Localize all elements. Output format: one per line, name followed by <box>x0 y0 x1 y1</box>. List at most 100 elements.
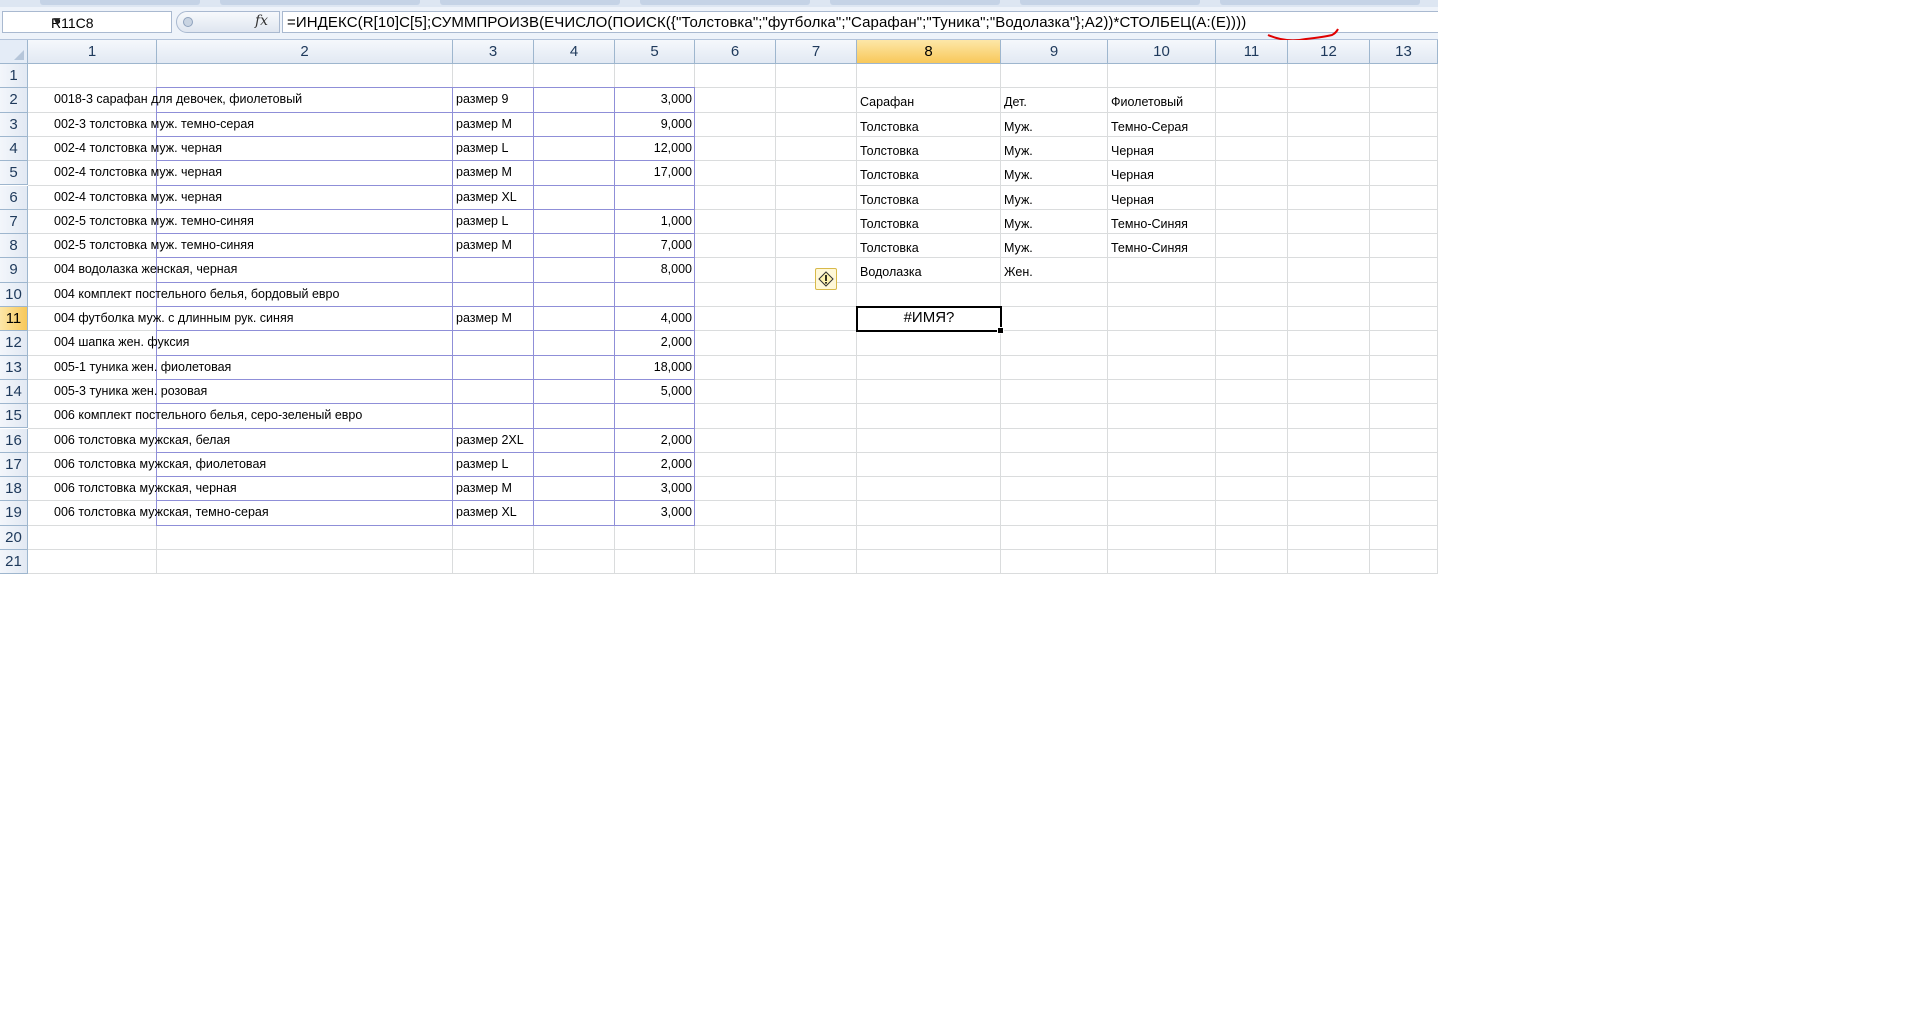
table-item-size[interactable]: размер M <box>456 309 512 327</box>
table-item-name[interactable]: 0018-3 сарафан для девочек, фиолетовый <box>54 90 302 108</box>
expand-handle-icon[interactable] <box>183 17 193 27</box>
column-header-4[interactable]: 4 <box>534 40 615 64</box>
table-item-name[interactable]: 004 футболка муж. с длинным рук. синяя <box>54 309 293 327</box>
lookup-gender[interactable]: Муж. <box>1004 215 1033 233</box>
row-header-4[interactable]: 4 <box>0 136 28 162</box>
row-header-10[interactable]: 10 <box>0 282 28 307</box>
lookup-gender[interactable]: Муж. <box>1004 118 1033 136</box>
table-item-quantity[interactable]: 4,000 <box>615 309 692 327</box>
select-all-button[interactable] <box>0 40 28 64</box>
row-header-14[interactable]: 14 <box>0 379 28 405</box>
lookup-type[interactable]: Толстовка <box>860 215 919 233</box>
column-header-13[interactable]: 13 <box>1370 40 1438 64</box>
table-item-name[interactable]: 005-1 туника жен. фиолетовая <box>54 358 231 376</box>
warning-diamond-icon[interactable] <box>815 268 837 290</box>
column-header-10[interactable]: 10 <box>1108 40 1216 64</box>
table-item-name[interactable]: 004 водолазка женская, черная <box>54 260 237 278</box>
lookup-gender[interactable]: Муж. <box>1004 239 1033 257</box>
row-header-21[interactable]: 21 <box>0 550 28 575</box>
column-header-7[interactable]: 7 <box>776 40 857 64</box>
lookup-type[interactable]: Толстовка <box>860 166 919 184</box>
row-header-12[interactable]: 12 <box>0 331 28 356</box>
table-item-quantity[interactable]: 12,000 <box>615 139 692 157</box>
column-header-2[interactable]: 2 <box>157 40 453 64</box>
table-item-name[interactable]: 006 толстовка мужская, фиолетовая <box>54 455 266 473</box>
lookup-color[interactable]: Темно-Синяя <box>1111 215 1188 233</box>
lookup-color[interactable]: Темно-Серая <box>1111 118 1188 136</box>
row-header-13[interactable]: 13 <box>0 355 28 380</box>
lookup-color[interactable]: Фиолетовый <box>1111 93 1183 111</box>
lookup-type[interactable]: Водолазка <box>860 263 922 281</box>
chevron-down-icon[interactable]: ▼ <box>51 14 167 28</box>
row-header-17[interactable]: 17 <box>0 452 28 478</box>
lookup-color[interactable]: Черная <box>1111 142 1154 160</box>
table-item-quantity[interactable]: 2,000 <box>615 431 692 449</box>
row-header-16[interactable]: 16 <box>0 428 28 453</box>
table-item-quantity[interactable]: 3,000 <box>615 479 692 497</box>
table-item-name[interactable]: 002-5 толстовка муж. темно-синяя <box>54 236 254 254</box>
lookup-type[interactable]: Сарафан <box>860 93 914 111</box>
table-item-name[interactable]: 004 комплект постельного белья, бордовый… <box>54 285 339 303</box>
row-header-9[interactable]: 9 <box>0 258 28 283</box>
lookup-type[interactable]: Толстовка <box>860 142 919 160</box>
table-item-size[interactable]: размер L <box>456 212 508 230</box>
lookup-gender[interactable]: Муж. <box>1004 166 1033 184</box>
table-item-name[interactable]: 005-3 туника жен. розовая <box>54 382 207 400</box>
row-header-20[interactable]: 20 <box>0 525 28 550</box>
table-item-name[interactable]: 006 толстовка мужская, черная <box>54 479 237 497</box>
table-item-quantity[interactable]: 8,000 <box>615 260 692 278</box>
table-item-quantity[interactable]: 5,000 <box>615 382 692 400</box>
row-header-8[interactable]: 8 <box>0 234 28 259</box>
row-header-5[interactable]: 5 <box>0 161 28 186</box>
table-item-name[interactable]: 006 толстовка мужская, белая <box>54 431 230 449</box>
fill-handle[interactable] <box>997 327 1004 335</box>
table-item-quantity[interactable]: 2,000 <box>615 333 692 351</box>
column-header-8[interactable]: 8 <box>857 40 1001 64</box>
row-header-11[interactable]: 11 <box>0 307 28 332</box>
table-item-quantity[interactable]: 3,000 <box>615 90 692 108</box>
name-box[interactable]: R11C8 ▼ <box>2 11 172 33</box>
table-item-name[interactable]: 002-5 толстовка муж. темно-синяя <box>54 212 254 230</box>
table-item-size[interactable]: размер 2XL <box>456 431 524 449</box>
table-item-size[interactable]: размер M <box>456 479 512 497</box>
active-cell[interactable]: #ИМЯ? <box>856 306 1004 335</box>
lookup-gender[interactable]: Муж. <box>1004 142 1033 160</box>
lookup-type[interactable]: Толстовка <box>860 118 919 136</box>
column-header-1[interactable]: 1 <box>28 40 157 64</box>
table-item-name[interactable]: 002-4 толстовка муж. черная <box>54 163 222 181</box>
formula-input[interactable]: =ИНДЕКС(R[10]C[5];СУММПРОИЗВ(ЕЧИСЛО(ПОИС… <box>282 11 1438 33</box>
table-item-size[interactable]: размер 9 <box>456 90 508 108</box>
table-item-name[interactable]: 002-4 толстовка муж. черная <box>54 188 222 206</box>
column-header-9[interactable]: 9 <box>1001 40 1108 64</box>
row-header-15[interactable]: 15 <box>0 404 28 429</box>
row-header-6[interactable]: 6 <box>0 185 28 210</box>
table-item-size[interactable]: размер L <box>456 455 508 473</box>
lookup-color[interactable]: Черная <box>1111 166 1154 184</box>
lookup-gender[interactable]: Муж. <box>1004 191 1033 209</box>
row-header-3[interactable]: 3 <box>0 112 28 137</box>
table-item-quantity[interactable]: 18,000 <box>615 358 692 376</box>
fx-icon[interactable]: fx <box>255 13 268 29</box>
lookup-type[interactable]: Толстовка <box>860 239 919 257</box>
table-item-quantity[interactable]: 1,000 <box>615 212 692 230</box>
column-header-11[interactable]: 11 <box>1216 40 1288 64</box>
table-item-size[interactable]: размер M <box>456 115 512 133</box>
column-header-5[interactable]: 5 <box>615 40 695 64</box>
spreadsheet-grid[interactable]: 1 2 3 4 5 6 7 8 9 10 11 12 13 1 2 3 4 5 6 7 8 9 10 11 12 13 14 15 16… <box>0 40 1438 575</box>
table-item-quantity[interactable]: 3,000 <box>615 503 692 521</box>
table-item-name[interactable]: 006 комплект постельного белья, серо-зел… <box>54 406 362 424</box>
lookup-gender[interactable]: Дет. <box>1004 93 1027 111</box>
column-header-12[interactable]: 12 <box>1288 40 1370 64</box>
table-item-quantity[interactable]: 17,000 <box>615 163 692 181</box>
row-header-7[interactable]: 7 <box>0 209 28 235</box>
lookup-color[interactable]: Черная <box>1111 191 1154 209</box>
table-item-name[interactable]: 002-4 толстовка муж. черная <box>54 139 222 157</box>
table-item-size[interactable]: размер M <box>456 236 512 254</box>
row-header-19[interactable]: 19 <box>0 501 28 526</box>
table-item-size[interactable]: размер XL <box>456 188 517 206</box>
table-item-size[interactable]: размер XL <box>456 503 517 521</box>
lookup-type[interactable]: Толстовка <box>860 191 919 209</box>
row-header-2[interactable]: 2 <box>0 88 28 113</box>
lookup-gender[interactable]: Жен. <box>1004 263 1033 281</box>
row-header-1[interactable]: 1 <box>0 64 28 89</box>
